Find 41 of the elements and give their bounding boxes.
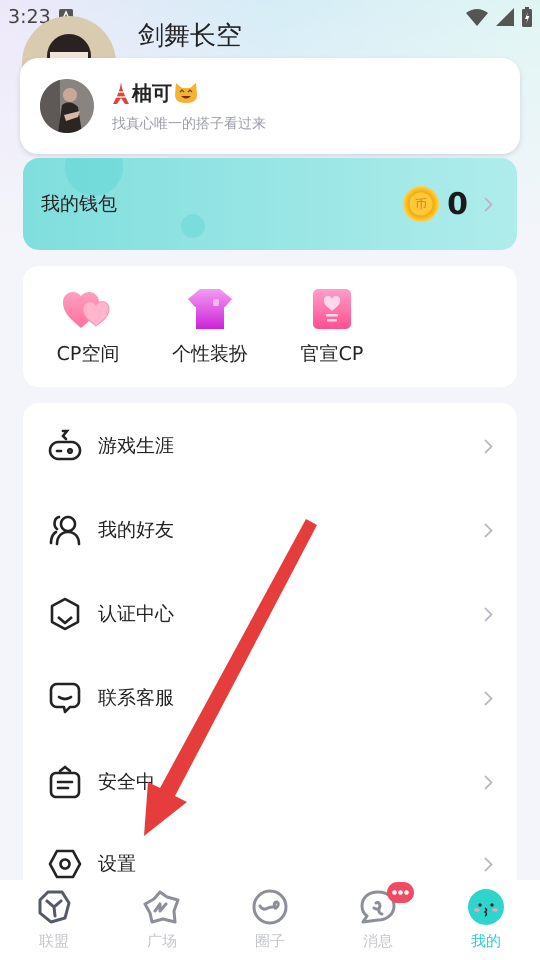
chevron-right-icon — [484, 856, 493, 872]
face-icon[interactable] — [467, 888, 505, 926]
feature-button[interactable]: 个性装扮 — [149, 266, 271, 387]
menu-item[interactable]: 认证中心 — [23, 572, 517, 656]
star-blob-icon[interactable] — [143, 889, 181, 925]
wallet-balance: 0 — [447, 186, 468, 222]
settings-icon — [48, 849, 82, 879]
shield-icon — [50, 597, 80, 631]
circle-squiggle-icon[interactable] — [251, 888, 289, 926]
chat-bubble-icon — [49, 682, 81, 714]
chevron-right-icon — [484, 196, 493, 212]
menu-item[interactable]: 安全中 — [23, 740, 517, 824]
wallet-label: 我的钱包 — [41, 192, 118, 217]
menu-item[interactable]: 我的好友 — [23, 488, 517, 572]
chevron-right-icon — [484, 774, 493, 790]
contact-name: 柚可 — [132, 80, 172, 106]
tower-icon — [112, 82, 130, 104]
menu-item[interactable]: 设置 — [23, 824, 517, 880]
menu-item[interactable]: 联系客服 — [23, 656, 517, 740]
signal-icon — [496, 8, 514, 26]
chevron-right-icon — [484, 522, 493, 538]
profile-name: 剑舞长空 — [138, 20, 242, 53]
robot-icon — [48, 429, 82, 463]
chevron-right-icon — [484, 438, 493, 454]
wifi-icon — [466, 8, 488, 26]
background-bubble — [181, 214, 205, 238]
contact-bio: 找真心唯一的搭子看过来 — [112, 114, 266, 132]
coin-icon: 币 — [403, 186, 440, 222]
chevron-right-icon — [484, 690, 493, 706]
feature-button[interactable]: 官宣CP — [271, 266, 393, 387]
friends-icon — [49, 514, 81, 546]
hexagon-logo-icon[interactable] — [36, 889, 72, 925]
battery-charging-icon — [522, 7, 532, 27]
feature-button[interactable]: CP空间 — [27, 266, 149, 387]
menu-item[interactable]: 游戏生涯 — [23, 404, 517, 488]
cat-face-icon — [174, 82, 198, 104]
tshirt-icon — [188, 288, 232, 328]
love-card-icon — [313, 288, 351, 328]
chevron-right-icon — [484, 606, 493, 622]
briefcase-icon — [49, 765, 81, 799]
speech-bubble-icon[interactable] — [359, 889, 397, 925]
